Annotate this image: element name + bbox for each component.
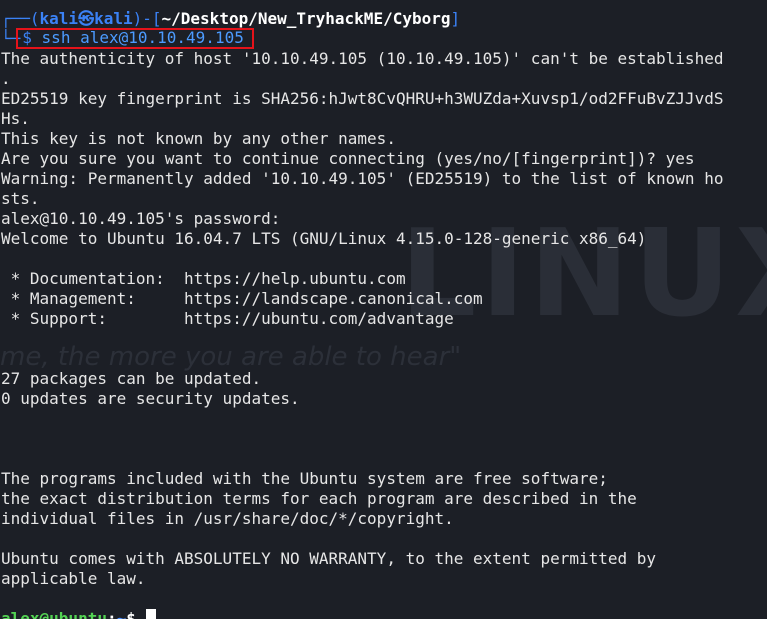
output-line: the exact distribution terms for each pr… (1, 489, 637, 508)
output-line: This key is not known by any other names… (1, 129, 396, 148)
output-line: ED25519 key fingerprint is SHA256:hJwt8C… (1, 89, 724, 108)
prompt-line-2: └─ $ ssh alex@10.10.49.105 (1, 28, 767, 49)
output-line: individual files in /usr/share/doc/*/cop… (1, 509, 454, 528)
prompt-frame-mid: )-[ (132, 9, 162, 28)
terminal-content: ┌──(kali㉿kali)-[~/Desktop/New_TryhackME/… (1, 9, 767, 619)
prompt-host: kali (94, 9, 133, 28)
output-line: . (1, 69, 11, 88)
prompt-frame-end: ] (450, 9, 461, 28)
output-line: 0 updates are security updates. (1, 389, 300, 408)
output-line: Welcome to Ubuntu 16.04.7 LTS (GNU/Linux… (1, 229, 647, 248)
output-line: The programs included with the Ubuntu sy… (1, 469, 608, 488)
prompt-cwd: ~/Desktop/New_TryhackME/Cyborg (161, 9, 451, 28)
prompt-line-1: ┌──(kali㉿kali)-[~/Desktop/New_TryhackME/… (1, 9, 767, 29)
output-line: Are you sure you want to continue connec… (1, 149, 695, 168)
remote-user-host: alex@ubuntu (1, 609, 107, 619)
output-line: The authenticity of host '10.10.49.105 (… (1, 49, 724, 68)
remote-dollar: $ (126, 609, 146, 619)
output-line: * Documentation: https://help.ubuntu.com (1, 269, 406, 288)
prompt-at-symbol: ㉿ (78, 9, 95, 28)
prompt-frame-top: ┌──( (1, 9, 40, 28)
output-line: * Management: https://landscape.canonica… (1, 289, 483, 308)
remote-path: ~ (116, 609, 127, 619)
output-line: 27 packages can be updated. (1, 369, 262, 388)
remote-prompt-line[interactable]: alex@ubuntu:~$ (1, 609, 767, 619)
output-line: Warning: Permanently added '10.10.49.105… (1, 169, 724, 188)
output-line: sts. (1, 189, 40, 208)
prompt-user: kali (39, 9, 79, 28)
output-line: applicable law. (1, 569, 146, 588)
text-cursor (145, 609, 156, 619)
command-output: The authenticity of host '10.10.49.105 (… (1, 49, 767, 609)
output-line: Ubuntu comes with ABSOLUTELY NO WARRANTY… (1, 549, 657, 568)
remote-colon: : (106, 609, 117, 619)
output-line: * Support: https://ubuntu.com/advantage (1, 309, 454, 328)
prompt-dollar: $ (22, 28, 32, 47)
highlighted-command-box: $ ssh alex@10.10.49.105 (16, 28, 254, 49)
output-line: Hs. (1, 109, 30, 128)
terminal-window[interactable]: LINUX me, the more you are able to hear"… (0, 0, 767, 619)
ssh-command: ssh alex@10.10.49.105 (41, 28, 244, 47)
output-line: alex@10.10.49.105's password: (1, 209, 281, 228)
